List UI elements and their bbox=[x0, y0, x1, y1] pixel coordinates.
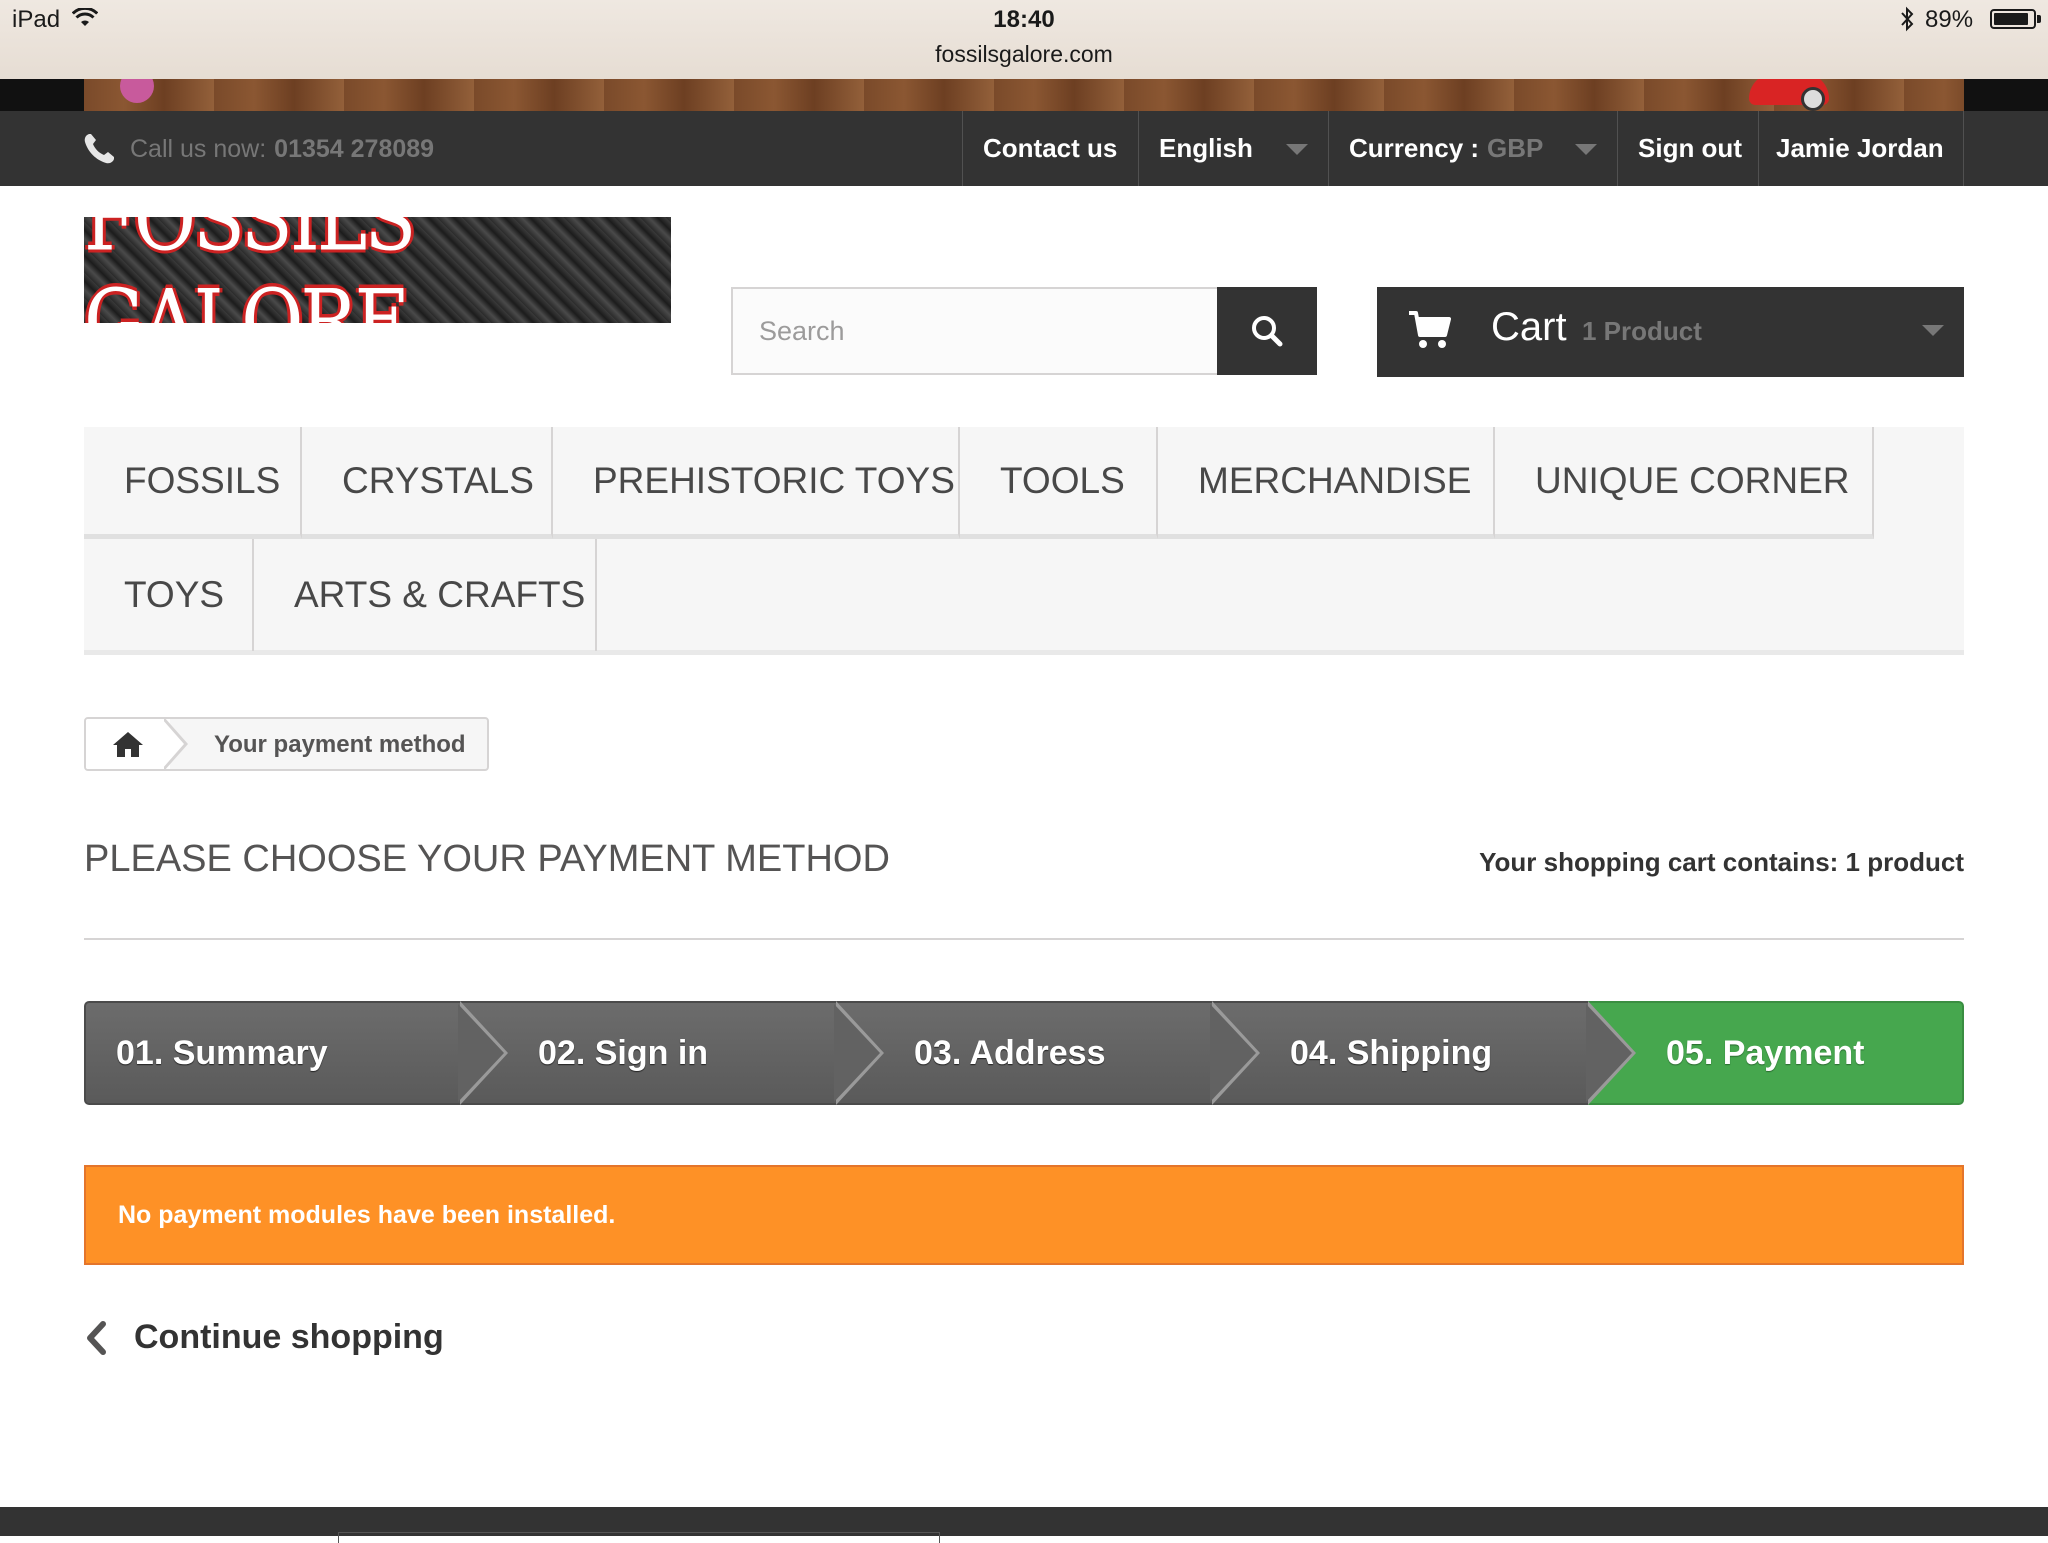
contact-us-link[interactable]: Contact us bbox=[962, 111, 1138, 186]
logo-text: FOSSILS GALORE bbox=[84, 217, 416, 323]
step-payment[interactable]: 05. Payment bbox=[1588, 1001, 1964, 1105]
menu-item-merchandise[interactable]: Merchandise bbox=[1158, 427, 1495, 539]
currency-value: GBP bbox=[1487, 133, 1544, 163]
chevron-down-icon bbox=[1922, 325, 1944, 336]
footer bbox=[0, 1507, 2048, 1543]
address-bar-url[interactable]: fossilsgalore.com bbox=[0, 41, 2048, 68]
ios-status-bar: iPad 18:40 fossilsgalore.com 89% bbox=[0, 0, 2048, 79]
account-link[interactable]: Jamie Jordan bbox=[1758, 111, 1964, 186]
continue-shopping-label: Continue shopping bbox=[134, 1318, 444, 1356]
cart-dropdown[interactable]: Cart 1 Product bbox=[1377, 287, 1964, 377]
warning-alert: No payment modules have been installed. bbox=[84, 1165, 1964, 1265]
step-label: 05. Payment bbox=[1666, 1033, 1865, 1072]
banner-car-decoration bbox=[1749, 79, 1829, 111]
contact-us-label: Contact us bbox=[983, 133, 1118, 163]
currency-label: Currency : bbox=[1349, 133, 1480, 163]
menu-item-unique-corner[interactable]: Unique Corner bbox=[1495, 427, 1874, 539]
top-nav-bar: Call us now: 01354 278089 Contact us Eng… bbox=[0, 111, 2048, 186]
category-menu: Fossils Crystals Prehistoric Toys Tools … bbox=[84, 427, 1964, 655]
step-label: 04. Shipping bbox=[1290, 1033, 1493, 1072]
step-arrow bbox=[458, 1001, 508, 1105]
step-shipping[interactable]: 04. Shipping bbox=[1212, 1001, 1636, 1105]
menu-item-crystals[interactable]: Crystals bbox=[302, 427, 553, 539]
breadcrumb-separator bbox=[162, 719, 188, 769]
language-label: English bbox=[1159, 133, 1253, 163]
menu-item-toys[interactable]: Toys bbox=[84, 539, 254, 651]
step-arrow bbox=[1210, 1001, 1260, 1105]
home-icon bbox=[113, 732, 143, 757]
search-icon bbox=[1252, 316, 1283, 347]
search-button[interactable] bbox=[1217, 287, 1317, 375]
continue-shopping-link[interactable]: Continue shopping bbox=[84, 1318, 444, 1357]
step-label: 01. Summary bbox=[116, 1033, 328, 1072]
menu-item-fossils[interactable]: Fossils bbox=[84, 427, 302, 539]
menu-item-arts-crafts[interactable]: Arts & Crafts bbox=[254, 539, 597, 651]
page-title: Please choose your payment method bbox=[84, 838, 890, 880]
phone-number: 01354 278089 bbox=[274, 134, 435, 163]
cart-label: Cart bbox=[1491, 305, 1567, 349]
checkout-steps: 01. Summary 02. Sign in 03. Address 04. … bbox=[84, 1001, 1964, 1105]
sign-out-link[interactable]: Sign out bbox=[1617, 111, 1758, 186]
cart-count: 1 Product bbox=[1582, 316, 1702, 346]
step-summary[interactable]: 01. Summary bbox=[84, 1001, 508, 1105]
step-label: 03. Address bbox=[914, 1033, 1106, 1072]
alert-message: No payment modules have been installed. bbox=[118, 1200, 616, 1229]
banner-toy-decoration bbox=[120, 79, 154, 103]
breadcrumb-home-link[interactable] bbox=[86, 719, 170, 769]
sign-out-label: Sign out bbox=[1638, 133, 1742, 163]
banner-image[interactable] bbox=[84, 79, 1964, 111]
banner-strip bbox=[0, 79, 2048, 111]
bluetooth-icon bbox=[1901, 6, 1914, 32]
menu-item-tools[interactable]: Tools bbox=[960, 427, 1158, 539]
battery-percent: 89% bbox=[1925, 6, 1974, 33]
breadcrumb-current: Your payment method bbox=[214, 731, 466, 758]
site-logo[interactable]: FOSSILS GALORE bbox=[84, 217, 671, 323]
user-name: Jamie Jordan bbox=[1776, 133, 1944, 163]
phone-icon bbox=[84, 134, 114, 164]
step-sign-in[interactable]: 02. Sign in bbox=[460, 1001, 884, 1105]
newsletter-input[interactable] bbox=[338, 1532, 940, 1543]
breadcrumb: Your payment method bbox=[84, 717, 489, 771]
search-input[interactable] bbox=[731, 287, 1217, 375]
cart-summary: Your shopping cart contains: 1 product bbox=[1479, 847, 1964, 877]
call-us: Call us now: 01354 278089 bbox=[82, 125, 434, 173]
clock: 18:40 bbox=[993, 6, 1055, 33]
currency-selector[interactable]: Currency : GBP bbox=[1328, 111, 1617, 186]
menu-item-prehistoric-toys[interactable]: Prehistoric Toys bbox=[553, 427, 960, 539]
language-selector[interactable]: English bbox=[1138, 111, 1328, 186]
shopping-cart-icon bbox=[1409, 311, 1451, 348]
chevron-down-icon bbox=[1286, 144, 1308, 155]
battery-icon bbox=[1990, 9, 2036, 29]
step-arrow bbox=[1586, 1001, 1636, 1105]
chevron-down-icon bbox=[1575, 144, 1597, 155]
step-address[interactable]: 03. Address bbox=[836, 1001, 1260, 1105]
step-label: 02. Sign in bbox=[538, 1033, 709, 1072]
battery-tip bbox=[2037, 15, 2041, 23]
battery-level bbox=[1994, 13, 2028, 25]
step-arrow bbox=[834, 1001, 884, 1105]
call-us-label: Call us now: bbox=[130, 134, 267, 163]
chevron-left-icon bbox=[87, 1320, 106, 1355]
heading-divider bbox=[84, 938, 1964, 940]
